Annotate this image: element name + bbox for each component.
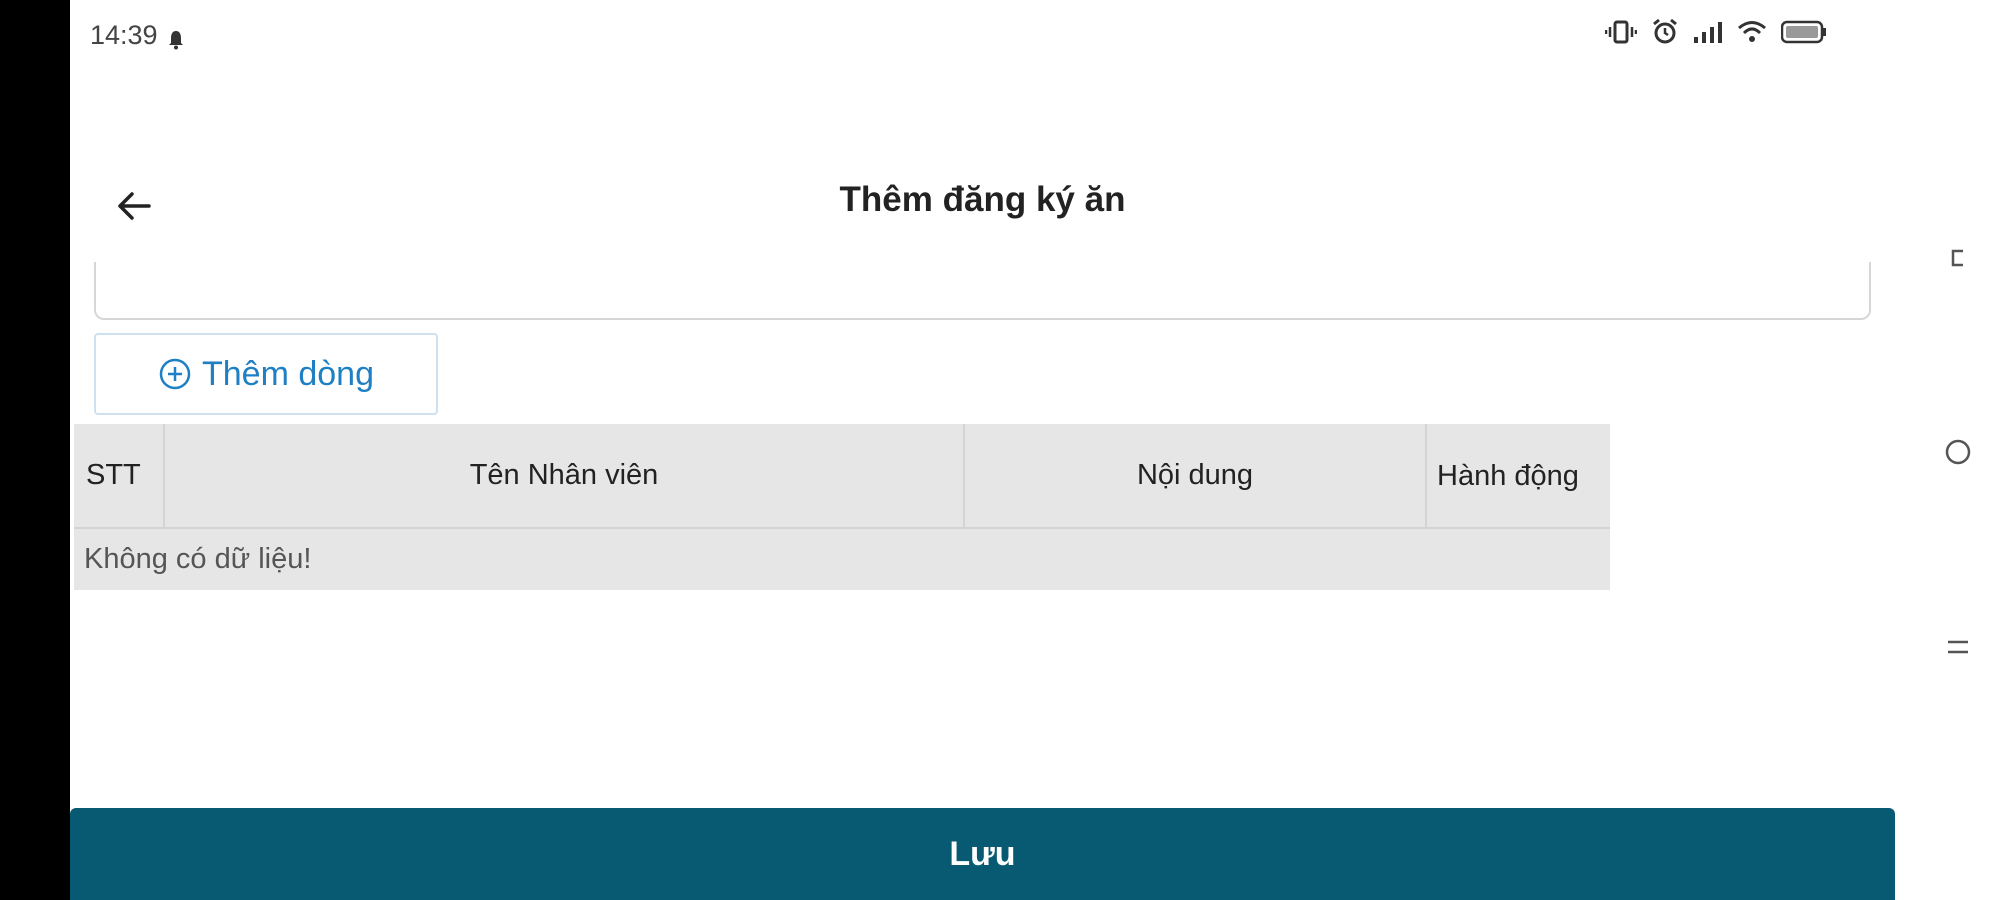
menu-icon [1948,640,1968,654]
column-header-action: Hành động [1426,424,1610,529]
registration-table: STT Tên Nhân viên Nội dung Hành động Khô… [74,424,1610,590]
add-circle-icon [159,358,191,390]
recents-button[interactable] [1938,238,1978,278]
recents-icon [1951,249,1963,267]
table-empty-row: Không có dữ liệu! [74,528,1610,590]
wifi-icon [1737,20,1767,44]
save-button[interactable]: Lưu [70,808,1895,900]
text-input-field[interactable] [94,262,1871,320]
home-icon [1945,439,1971,465]
column-header-content: Nội dung [964,424,1427,529]
status-bar-right [1605,18,1827,46]
vibrate-icon [1605,19,1637,45]
page-title: Thêm đăng ký ăn [839,180,1126,219]
alarm-icon [1651,18,1679,46]
battery-icon [1781,20,1827,44]
status-bar-left: 14:39 [90,20,184,51]
signal-icon [1693,20,1723,44]
table-header-row: STT Tên Nhân viên Nội dung Hành động [74,424,1610,529]
app-screen: 14:39 Thêm đăng ký ăn Thêm dòng STT Tên … [70,0,2003,900]
add-row-button[interactable]: Thêm dòng [94,333,438,415]
save-button-label: Lưu [949,834,1016,873]
menu-button[interactable] [1938,627,1978,667]
empty-message: Không có dữ liệu! [74,528,1610,590]
column-header-employee-name: Tên Nhân viên [164,424,965,529]
home-button[interactable] [1938,432,1978,472]
status-time: 14:39 [90,20,158,50]
bell-icon [168,26,184,49]
column-header-stt: STT [74,424,165,529]
add-row-label: Thêm dòng [202,354,374,393]
